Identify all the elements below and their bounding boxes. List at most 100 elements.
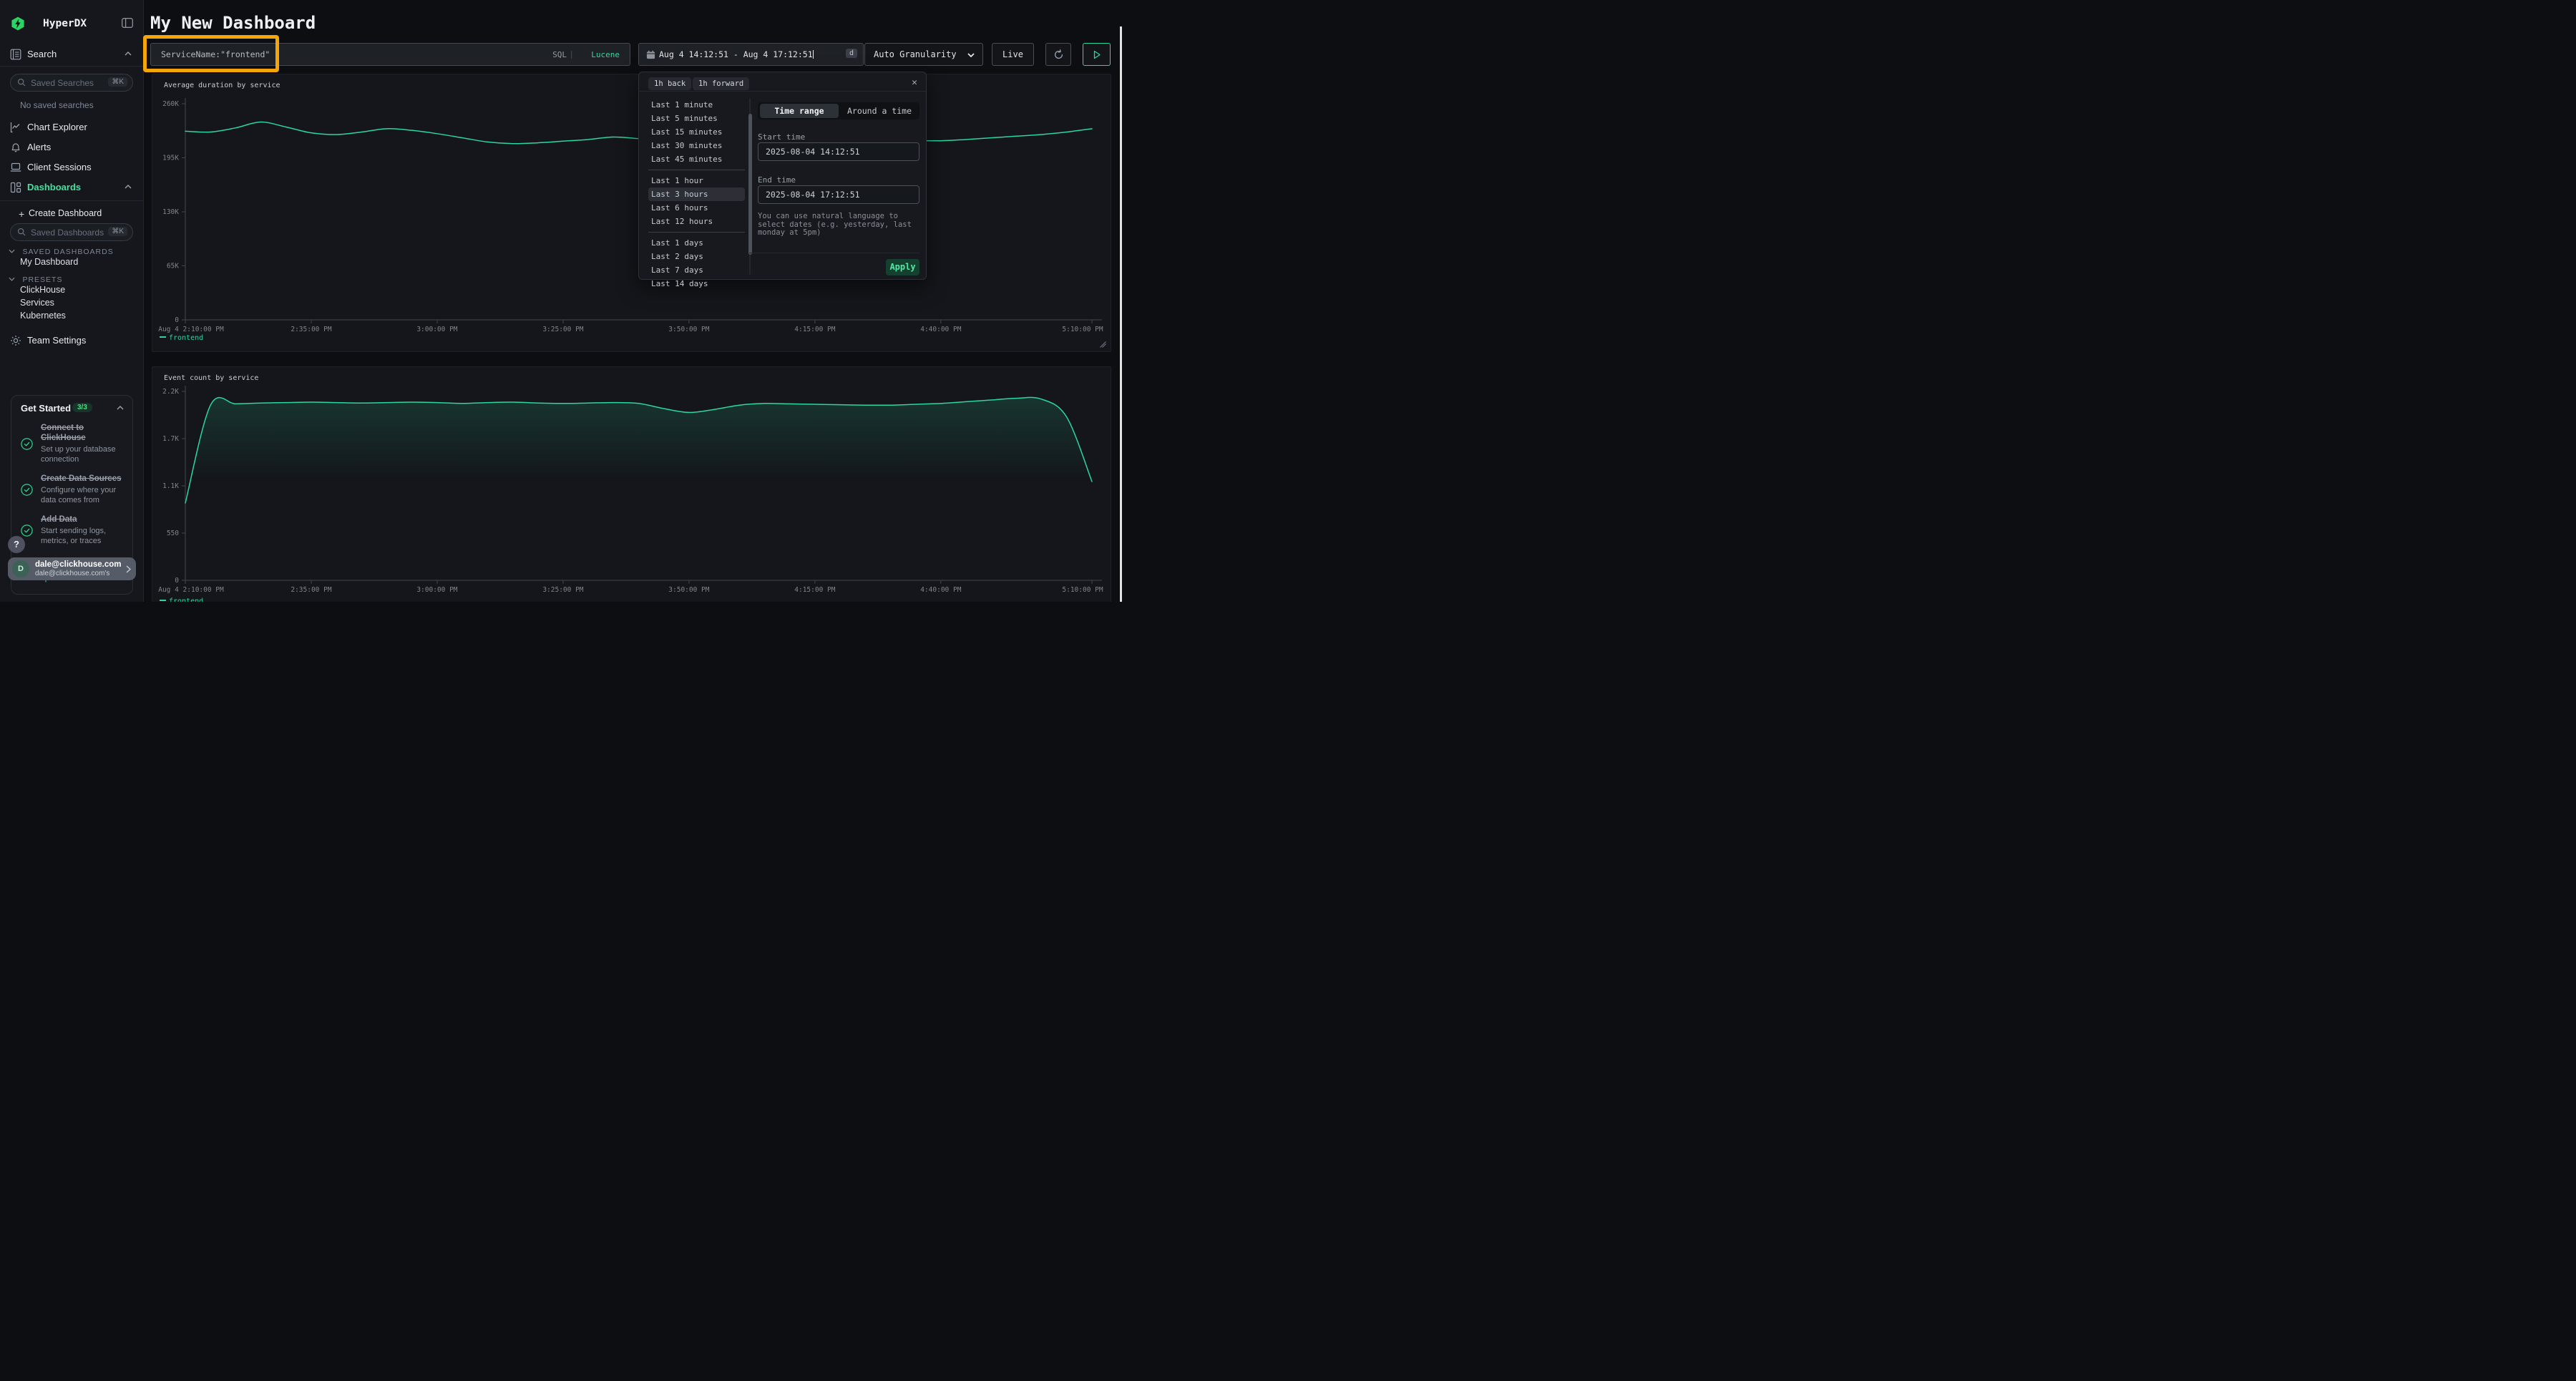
chart-legend[interactable]: frontend [160, 334, 203, 342]
legend-label: frontend [169, 334, 203, 342]
user-menu[interactable]: D dale@clickhouse.com dale@clickhouse.co… [8, 557, 136, 580]
time-range-option[interactable]: Last 2 days [648, 250, 745, 263]
natural-language-hint: You can use natural language to select d… [758, 213, 917, 238]
plus-icon: + [19, 208, 24, 220]
chart-panel-average-duration: Average duration by service 065K130K195K… [152, 74, 1111, 352]
resize-handle-icon[interactable] [1100, 341, 1106, 348]
granularity-value: Auto Granularity [874, 49, 957, 59]
time-range-option[interactable]: Last 12 hours [648, 215, 745, 228]
query-input[interactable]: ServiceName:"frontend" SQL | Lucene [150, 43, 630, 66]
time-range-option[interactable]: Last 6 hours [648, 201, 745, 215]
time-range-option[interactable]: Last 7 days [648, 263, 745, 277]
chevron-up-icon[interactable] [117, 406, 124, 410]
saved-searches-input[interactable]: Saved Searches ⌘K [10, 74, 133, 92]
lucene-toggle[interactable]: Lucene [591, 50, 620, 59]
refresh-button[interactable] [1045, 43, 1071, 66]
get-started-item-title: Connect to ClickHouse [41, 423, 125, 443]
svg-text:3:25:00 PM: 3:25:00 PM [542, 326, 583, 333]
lang-separator: | [569, 49, 574, 59]
time-range-option[interactable]: Last 1 hour [648, 174, 745, 187]
sidebar-item-label: Chart Explorer [27, 122, 87, 132]
time-range-option[interactable]: Last 5 minutes [648, 112, 745, 125]
end-time-label: End time [758, 175, 796, 185]
sidebar-item-search[interactable]: Search [0, 47, 143, 64]
avatar: D [12, 560, 29, 577]
time-range-option[interactable]: Last 1 days [648, 236, 745, 250]
create-dashboard-label: Create Dashboard [29, 208, 102, 218]
create-dashboard-button[interactable]: + Create Dashboard [0, 207, 143, 224]
check-circle-icon [21, 438, 33, 450]
shift-forward-button[interactable]: 1h forward [693, 77, 749, 90]
shift-back-button[interactable]: 1h back [648, 77, 691, 90]
sidebar-item-alerts[interactable]: Alerts [0, 140, 143, 157]
time-range-option[interactable]: Last 30 minutes [648, 139, 745, 152]
chevron-down-icon [9, 249, 15, 253]
help-button[interactable]: ? [8, 536, 25, 553]
sidebar-item-client-sessions[interactable]: Client Sessions [0, 160, 143, 177]
close-icon[interactable]: ✕ [912, 77, 917, 88]
legend-line-swatch [160, 600, 166, 601]
saved-dashboards-input[interactable]: Saved Dashboards ⌘K [10, 223, 133, 241]
divider [0, 200, 143, 201]
scrollbar-thumb[interactable] [748, 114, 752, 255]
date-key-hint: d [846, 49, 857, 58]
svg-text:2.2K: 2.2K [162, 388, 179, 396]
play-icon [1093, 50, 1101, 59]
sidebar-item-dashboards[interactable]: Dashboards [0, 180, 143, 197]
saved-dashboards-section[interactable]: SAVED DASHBOARDS [9, 245, 114, 258]
sidebar-item-label: Search [27, 49, 57, 59]
apply-button[interactable]: Apply [886, 259, 919, 275]
get-started-title: Get Started [21, 403, 71, 414]
live-button[interactable]: Live [992, 43, 1034, 66]
sidebar-item-chart-explorer[interactable]: Chart Explorer [0, 120, 143, 137]
date-range-input[interactable]: Aug 4 14:12:51 - Aug 4 17:12:51 d [638, 43, 864, 66]
end-time-input[interactable]: 2025-08-04 17:12:51 [758, 185, 919, 204]
legend-label: frontend [169, 597, 203, 602]
start-time-input[interactable]: 2025-08-04 14:12:51 [758, 142, 919, 161]
time-range-option[interactable]: Last 45 minutes [648, 152, 745, 166]
svg-text:130K: 130K [162, 208, 179, 216]
calendar-icon [646, 50, 655, 59]
sql-toggle[interactable]: SQL [552, 50, 567, 59]
get-started-item[interactable]: Connect to ClickHouseSet up your databas… [11, 419, 134, 469]
sidebar-item-team-settings[interactable]: Team Settings [0, 333, 143, 351]
sidebar-item-label: Dashboards [27, 182, 81, 192]
get-started-item-desc: Set up your database connection [41, 444, 125, 464]
divider [648, 232, 745, 233]
sidebar-item-kubernetes[interactable]: Kubernetes [20, 311, 66, 321]
time-range-option[interactable]: Last 14 days [648, 277, 745, 291]
tab-time-range[interactable]: Time range [760, 104, 839, 118]
svg-text:260K: 260K [162, 100, 179, 108]
kbd-shortcut: ⌘K [108, 77, 127, 87]
legend-line-swatch [160, 336, 166, 338]
run-query-button[interactable] [1083, 43, 1111, 66]
granularity-select[interactable]: Auto Granularity [864, 43, 983, 66]
get-started-item[interactable]: Add DataStart sending logs, metrics, or … [11, 510, 134, 551]
chart-legend[interactable]: frontend [160, 597, 203, 602]
kbd-shortcut: ⌘K [108, 227, 127, 236]
get-started-item[interactable]: Create Data SourcesConfigure where your … [11, 469, 134, 510]
time-range-option[interactable]: Last 3 hours [648, 187, 745, 201]
time-range-option[interactable]: Last 15 minutes [648, 125, 745, 139]
sidebar-item-services[interactable]: Services [20, 298, 54, 308]
svg-text:5:10:00 PM: 5:10:00 PM [1062, 586, 1103, 594]
gear-icon [10, 335, 21, 346]
section-label: SAVED DASHBOARDS [22, 248, 113, 256]
collapse-sidebar-icon[interactable] [122, 18, 133, 28]
svg-text:1.1K: 1.1K [162, 482, 179, 490]
window-scrollbar[interactable] [1120, 26, 1122, 602]
tab-around-a-time[interactable]: Around a time [841, 104, 918, 118]
chevron-up-icon [125, 52, 132, 56]
refresh-icon [1053, 49, 1064, 60]
sidebar-item-clickhouse[interactable]: ClickHouse [20, 285, 65, 295]
line-chart[interactable]: 065K130K195K260KAug 4 2:10:00 PM2:35:00 … [152, 74, 1111, 351]
sidebar-item-my-dashboard[interactable]: My Dashboard [20, 257, 78, 267]
bell-icon [10, 142, 21, 153]
time-range-option[interactable]: Last 1 minute [648, 98, 745, 112]
line-chart[interactable]: 05501.1K1.7K2.2KAug 4 2:10:00 PM2:35:00 … [152, 367, 1111, 602]
date-range-text: Aug 4 14:12:51 - Aug 4 17:12:51 [659, 49, 814, 59]
text-cursor [813, 50, 814, 59]
check-circle-icon [21, 524, 33, 537]
sidebar-item-label: Client Sessions [27, 162, 92, 172]
presets-section[interactable]: PRESETS [9, 273, 62, 286]
